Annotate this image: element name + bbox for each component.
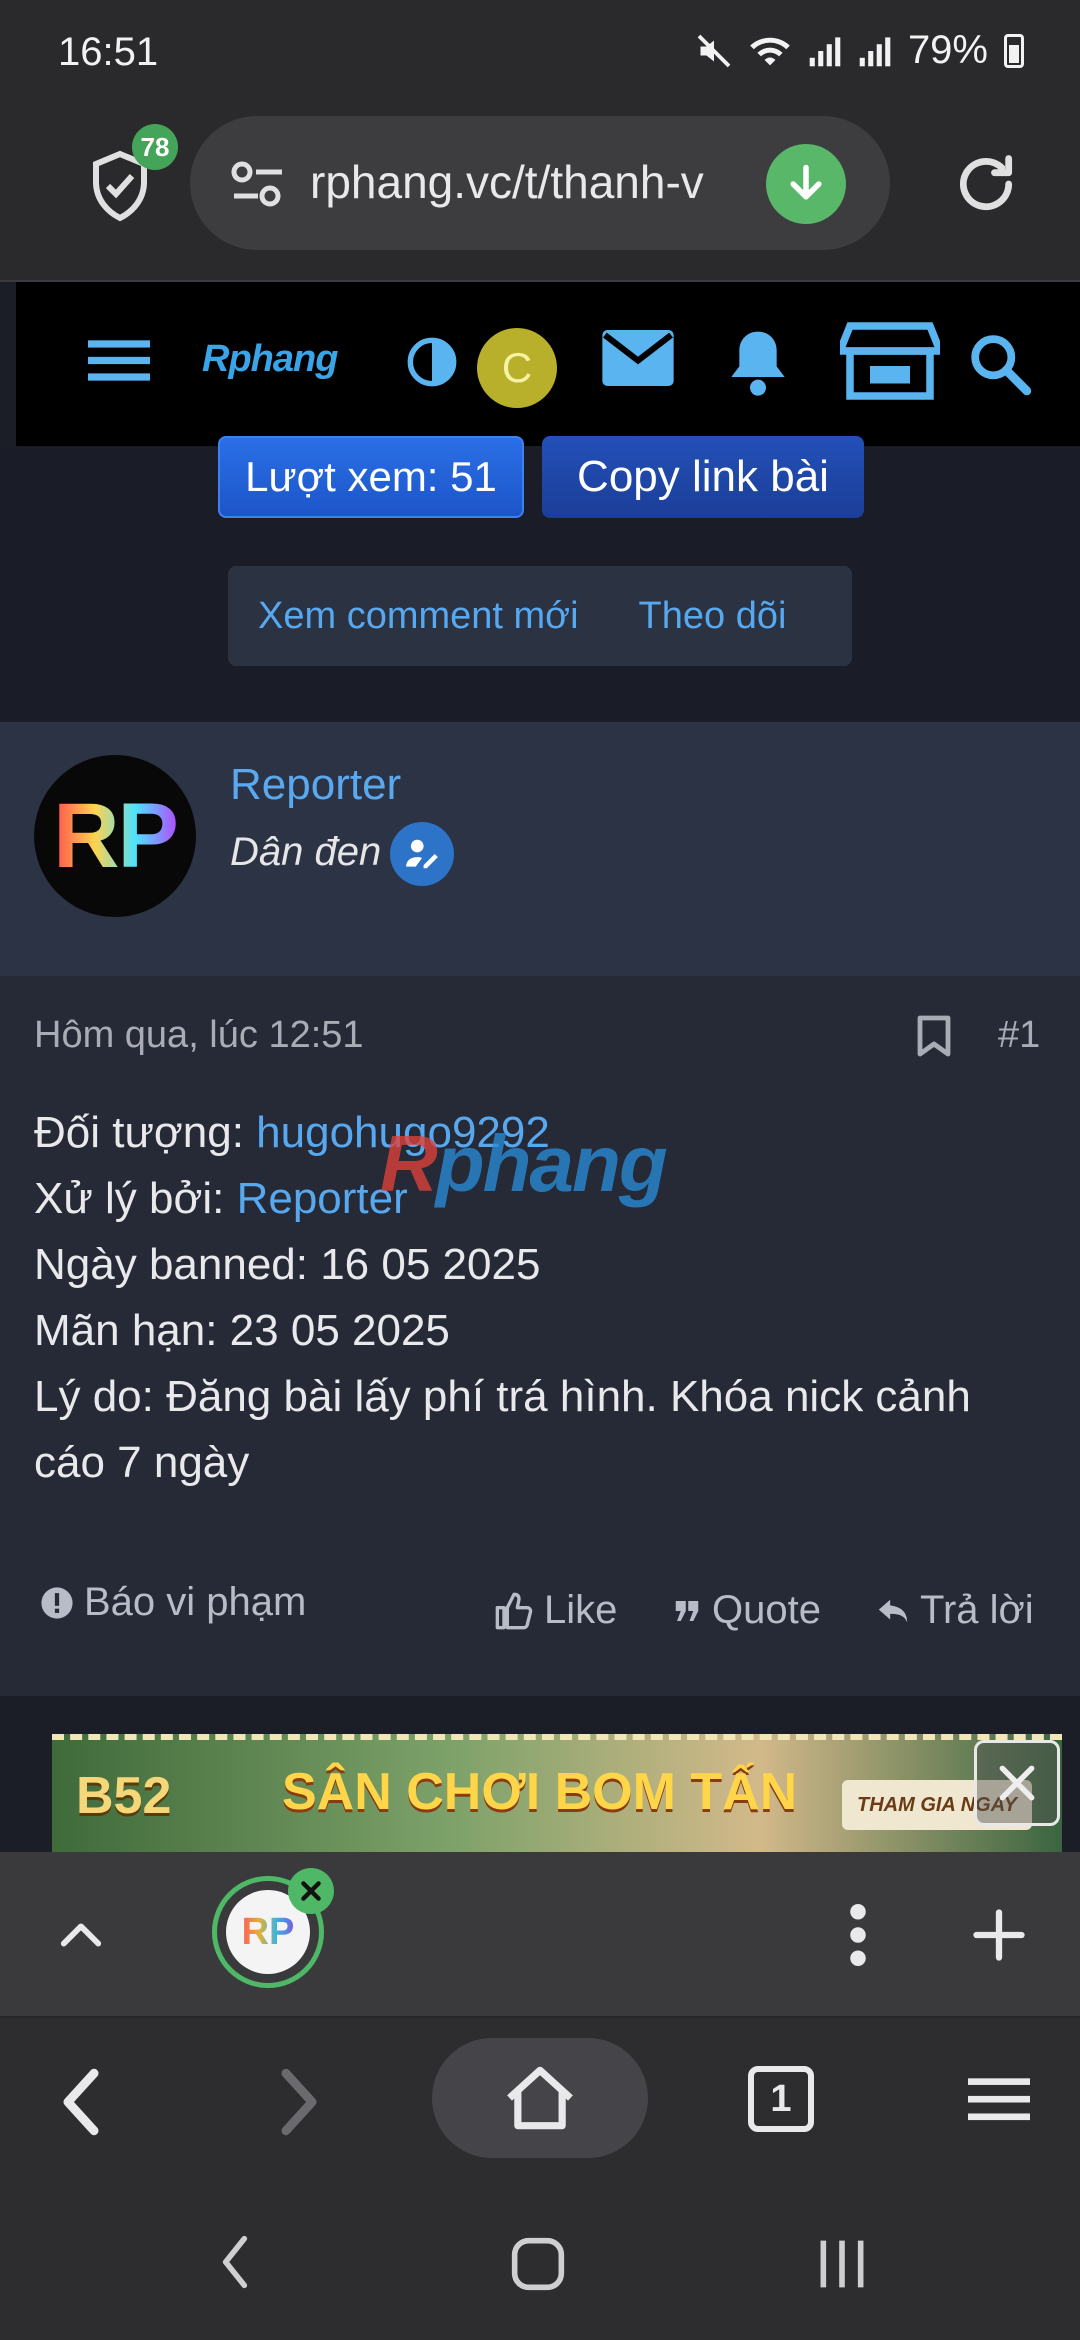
back-arrow-icon[interactable] <box>60 2068 102 2136</box>
copy-link-button[interactable]: Copy link bài <box>542 436 864 518</box>
status-icons: 79% <box>696 28 1024 73</box>
signal-icon-2 <box>859 36 891 66</box>
store-icon[interactable] <box>840 320 940 402</box>
tabs-count-button[interactable]: 1 <box>748 2066 814 2132</box>
bookmark-icon[interactable] <box>916 1014 952 1058</box>
alert-icon <box>41 1586 73 1619</box>
more-options-icon[interactable] <box>846 1904 870 1966</box>
tab-favicon-text: RP <box>241 1910 295 1953</box>
reply-button[interactable]: Trả lời <box>876 1588 1034 1633</box>
editor-badge <box>390 822 454 886</box>
reply-arrow-icon <box>878 1599 908 1622</box>
home-icon <box>507 2066 573 2130</box>
forward-arrow-icon[interactable] <box>278 2068 320 2136</box>
site-settings-icon[interactable] <box>230 160 286 208</box>
search-icon[interactable] <box>970 334 1032 396</box>
battery-percent: 79% <box>907 28 988 72</box>
watermark-rest: phang <box>435 1119 668 1208</box>
author-name[interactable]: Reporter <box>230 760 401 810</box>
post-date[interactable]: Hôm qua, lúc 12:51 <box>34 1014 364 1057</box>
ad-close-button[interactable] <box>974 1740 1060 1826</box>
quote-icon <box>675 1600 699 1621</box>
handled-label: Xử lý bởi: <box>34 1174 237 1223</box>
system-home-icon[interactable] <box>510 2236 566 2292</box>
site-logo[interactable]: Rphang <box>202 338 338 381</box>
user-avatar[interactable]: C <box>477 328 557 408</box>
report-label: Báo vi phạm <box>84 1580 307 1624</box>
watermark-r: R <box>380 1119 438 1208</box>
new-comments-button[interactable]: Xem comment mới <box>228 595 579 638</box>
ad-headline: SÂN CHƠI BOM TẤN <box>282 1763 798 1821</box>
tab-close-button[interactable] <box>288 1868 334 1914</box>
chevron-up-icon[interactable] <box>58 1914 104 1954</box>
author-avatar-text: RP <box>53 784 179 887</box>
banned-date-line: Ngày banned: 16 05 2025 <box>34 1240 541 1289</box>
arrow-down-icon <box>790 164 822 200</box>
home-button[interactable] <box>432 2038 648 2158</box>
reason-line: Lý do: Đăng bài lấy phí trá hình. Khóa n… <box>34 1372 971 1487</box>
wifi-icon <box>750 37 790 65</box>
close-icon <box>301 1881 321 1901</box>
tab-strip <box>0 1852 1080 2016</box>
tracker-count-badge: 78 <box>132 124 178 170</box>
report-button[interactable]: Báo vi phạm <box>40 1580 306 1625</box>
mail-icon[interactable] <box>602 330 674 386</box>
thread-button-group: Xem comment mới Theo dõi <box>228 566 852 666</box>
watermark-logo: Rphang <box>380 1118 668 1210</box>
user-edit-icon <box>406 839 438 869</box>
thumbs-up-icon <box>495 1592 533 1629</box>
quote-button[interactable]: Quote <box>672 1588 821 1633</box>
like-button[interactable]: Like <box>494 1588 617 1633</box>
status-time: 16:51 <box>58 30 159 74</box>
author-title: Dân đen <box>230 830 382 874</box>
theme-toggle-icon[interactable] <box>406 336 458 388</box>
like-label: Like <box>544 1588 618 1632</box>
author-avatar[interactable]: RP <box>34 755 196 917</box>
url-text[interactable]: rphang.vc/t/thanh-v <box>310 155 750 209</box>
quote-label: Quote <box>712 1588 821 1632</box>
system-recents-icon[interactable] <box>814 2236 870 2292</box>
new-tab-plus-icon[interactable] <box>972 1908 1026 1962</box>
signal-icon-1 <box>809 36 841 66</box>
browser-menu-icon[interactable] <box>968 2074 1030 2124</box>
ad-logo: B52 <box>76 1767 172 1825</box>
follow-button[interactable]: Theo dõi <box>579 595 787 638</box>
post-number[interactable]: #1 <box>998 1014 1040 1057</box>
close-icon <box>999 1765 1035 1801</box>
reply-label: Trả lời <box>920 1588 1034 1632</box>
post-actions: Báo vi phạm Like Quote Trả lời <box>0 1580 1080 1660</box>
mute-icon <box>697 34 731 67</box>
download-button[interactable] <box>766 144 846 224</box>
ad-banner[interactable]: B52 SÂN CHƠI BOM TẤN THAM GIA NGAY <box>52 1734 1062 1860</box>
battery-icon <box>1004 33 1024 68</box>
hamburger-menu-icon[interactable] <box>88 336 150 386</box>
expiry-line: Mãn hạn: 23 05 2025 <box>34 1306 450 1355</box>
target-label: Đối tượng: <box>34 1108 257 1157</box>
notification-bell-icon[interactable] <box>726 326 790 396</box>
views-count-button[interactable]: Lượt xem: 51 <box>218 436 524 518</box>
reload-icon[interactable] <box>952 150 1020 218</box>
system-back-icon[interactable] <box>218 2234 252 2290</box>
